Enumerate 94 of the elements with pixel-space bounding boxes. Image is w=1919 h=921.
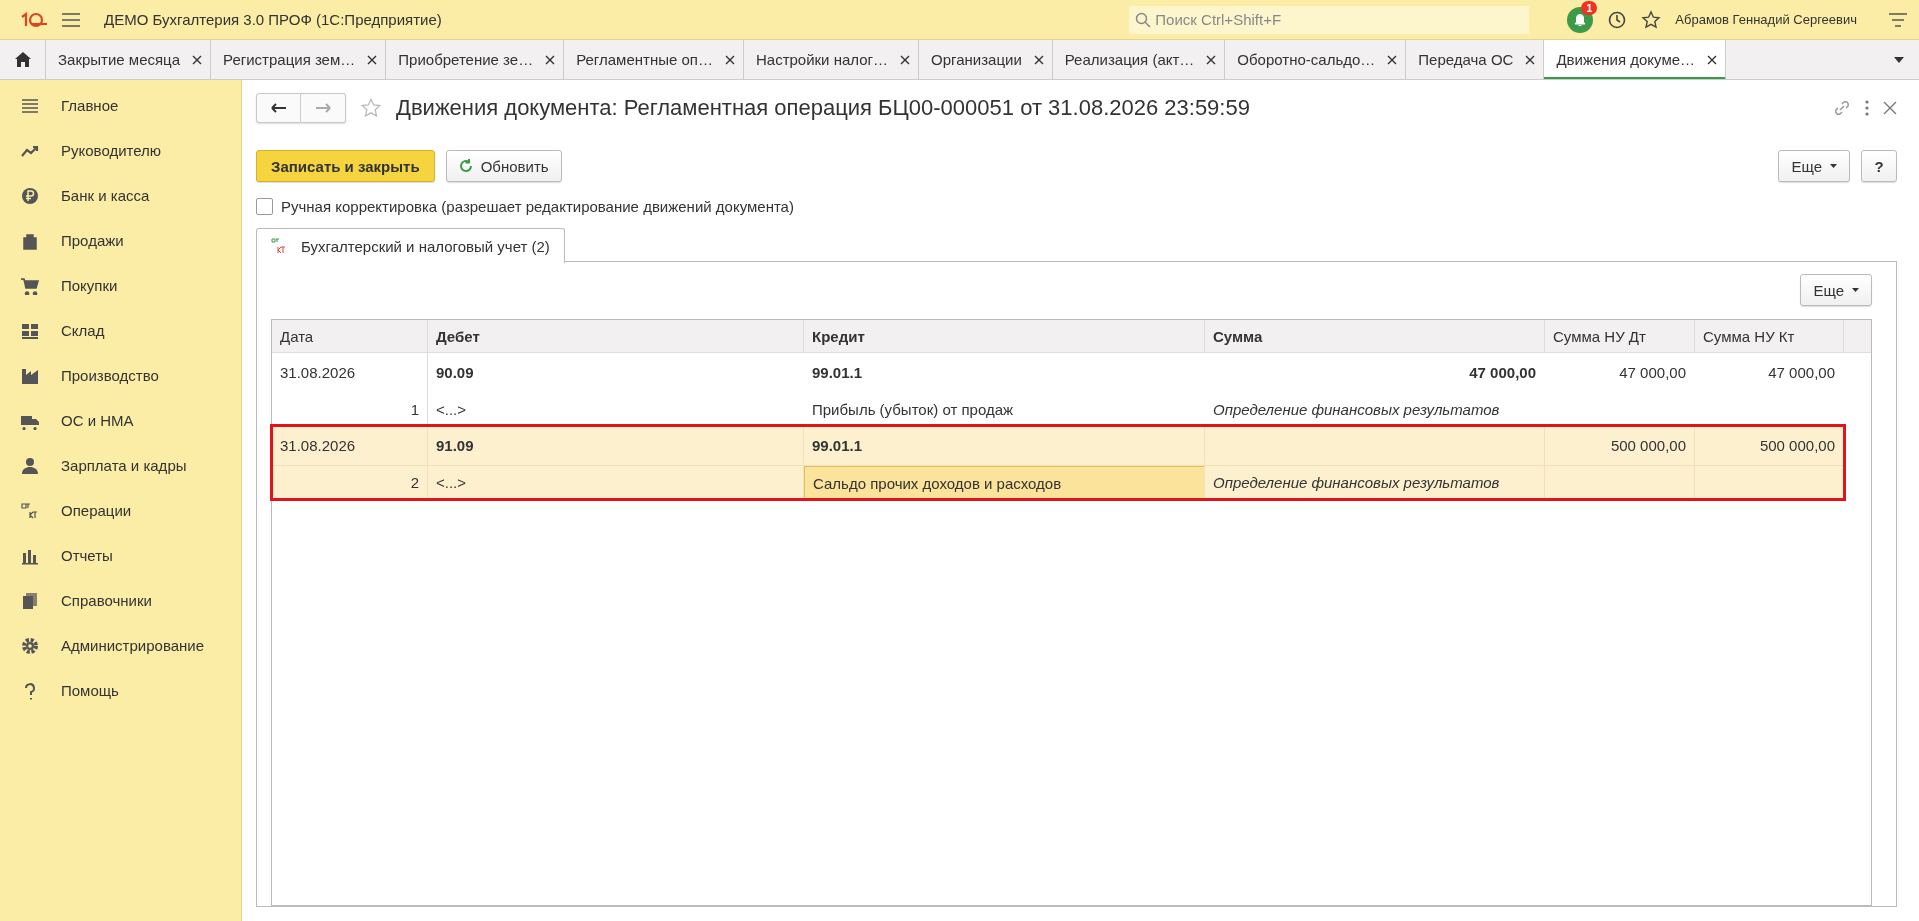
close-icon[interactable]: [900, 54, 911, 65]
star-icon[interactable]: [360, 97, 382, 119]
back-button[interactable]: [256, 93, 301, 123]
header-filler: [1844, 320, 1871, 353]
dropdown-icon[interactable]: [1893, 55, 1905, 64]
table-cell: 500 000,00: [1695, 426, 1844, 466]
close-icon[interactable]: [1707, 54, 1718, 65]
books-icon: [21, 591, 39, 610]
open-tab[interactable]: Регламентные оп…: [564, 40, 744, 79]
close-icon[interactable]: [724, 54, 735, 65]
close-icon[interactable]: [1525, 54, 1536, 65]
open-tab[interactable]: Настройки налог…: [743, 40, 920, 79]
close-icon[interactable]: [1387, 54, 1398, 65]
refresh-button[interactable]: Обновить: [445, 150, 562, 182]
more-icon[interactable]: [1865, 100, 1869, 116]
column-header[interactable]: Сумма: [1205, 320, 1545, 353]
gear-icon: [21, 636, 39, 655]
sidebar-item[interactable]: Производство: [0, 353, 241, 398]
column-header[interactable]: Дебет: [428, 320, 804, 353]
close-icon[interactable]: [367, 54, 378, 65]
open-tab[interactable]: Регистрация зем…: [211, 40, 387, 79]
table-cell: 91.09: [428, 426, 804, 466]
caret-icon: [1830, 164, 1837, 168]
table-cell: 31.08.2026: [272, 353, 428, 393]
home-icon: [14, 52, 31, 67]
search-icon: [1135, 11, 1152, 28]
checkbox[interactable]: [256, 197, 273, 215]
column-header[interactable]: Дата: [272, 320, 428, 353]
column-header[interactable]: Сумма НУ Дт: [1545, 320, 1695, 353]
close-icon[interactable]: [192, 54, 203, 65]
table-cell: 31.08.2026: [272, 426, 428, 466]
close-icon[interactable]: [545, 54, 556, 65]
checkbox-label: Ручная корректировка (разрешает редактирование движений документа): [281, 197, 794, 215]
open-tab[interactable]: Оборотно-сальдо…: [1225, 40, 1407, 79]
table-cell: 47 000,00: [1205, 353, 1545, 393]
table-cell: 90.09: [428, 353, 804, 393]
sidebar-item[interactable]: Отчеты: [0, 533, 241, 578]
table-cell: Определение финансовых результатов: [1205, 466, 1545, 499]
history-icon[interactable]: [1607, 9, 1628, 30]
sidebar-item[interactable]: Справочники: [0, 578, 241, 623]
tab[interactable]: Бухгалтерский и налоговый учет (2): [256, 228, 565, 263]
star-icon[interactable]: [1641, 9, 1662, 30]
person-icon: [21, 456, 39, 475]
help-button[interactable]: ?: [1861, 150, 1897, 182]
open-tab[interactable]: Движения докуме…: [1544, 40, 1727, 79]
notification-badge: 1: [1581, 0, 1598, 15]
open-tab[interactable]: Приобретение зе…: [386, 40, 565, 79]
form-title: Движения документа: Регламентная операция БЦ00-000051 от 31.08.2026 23:59:59: [396, 95, 1250, 121]
open-tab[interactable]: Реализация (акт…: [1052, 40, 1226, 79]
table-cell: Сальдо прочих доходов и расходов: [804, 466, 1205, 499]
sidebar-item[interactable]: Операции: [0, 488, 241, 533]
sidebar-item[interactable]: Руководителю: [0, 128, 241, 173]
left-arrow-icon: [270, 103, 287, 113]
table-cell: 99.01.1: [804, 353, 1205, 393]
menu-icon[interactable]: [62, 12, 80, 27]
close-icon[interactable]: [1206, 54, 1217, 65]
close-icon[interactable]: [1033, 54, 1044, 65]
user-name[interactable]: Абрамов Геннадий Сергеевич: [1675, 12, 1857, 27]
sidebar-item[interactable]: Покупки: [0, 263, 241, 308]
sidebar-item[interactable]: ОС и НМА: [0, 398, 241, 443]
sidebar-item[interactable]: Зарплата и кадры: [0, 443, 241, 488]
more-button[interactable]: Еще: [1778, 150, 1850, 182]
logo-icon[interactable]: [20, 11, 48, 28]
app-title: ДЕМО Бухгалтерия 3.0 ПРОФ (1С:Предприятие): [104, 11, 442, 28]
column-header[interactable]: Кредит: [804, 320, 1205, 353]
factory-icon: [21, 366, 39, 385]
caret-icon: [1852, 288, 1859, 292]
ruble-icon: [21, 186, 39, 205]
column-header[interactable]: Сумма НУ Кт: [1695, 320, 1844, 353]
link-icon[interactable]: [1833, 99, 1851, 117]
more-button[interactable]: Еще: [1800, 274, 1872, 306]
list-icon: [21, 96, 39, 115]
search-field[interactable]: Поиск Ctrl+Shift+F: [1129, 5, 1530, 34]
open-tab[interactable]: Закрытие месяца: [46, 40, 212, 79]
dt-kt-icon: [271, 238, 287, 254]
table-cell: 47 000,00: [1545, 353, 1695, 393]
sidebar-item[interactable]: Банк и касса: [0, 173, 241, 218]
grid-icon: [21, 321, 39, 340]
open-tab[interactable]: Организации: [919, 40, 1053, 79]
refresh-icon: [458, 159, 473, 173]
sidebar-item[interactable]: Администрирование: [0, 623, 241, 668]
sidebar-item[interactable]: Главное: [0, 83, 241, 128]
dtkt-icon: [21, 501, 39, 520]
sidebar-item[interactable]: Помощь: [0, 668, 241, 713]
save-close-button[interactable]: Записать и закрыть: [256, 150, 435, 182]
right-arrow-icon: [315, 103, 331, 113]
table-cell: 500 000,00: [1545, 426, 1695, 466]
table-cell: 2: [272, 466, 428, 499]
sidebar-item[interactable]: Склад: [0, 308, 241, 353]
sidebar-item[interactable]: Продажи: [0, 218, 241, 263]
table-cell: 47 000,00: [1695, 353, 1844, 393]
cart-icon: [21, 276, 39, 295]
menu-icon[interactable]: [1889, 11, 1907, 28]
bag-icon: [21, 231, 39, 250]
